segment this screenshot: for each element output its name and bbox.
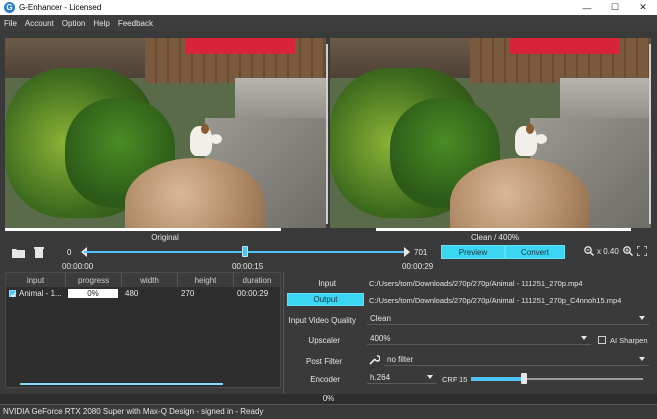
preview-scrollbar[interactable] (326, 44, 328, 224)
fullscreen-icon[interactable] (636, 246, 647, 256)
crf-value: 15 (459, 375, 468, 384)
time-current: 00:00:15 (232, 262, 264, 271)
col-height[interactable]: height (178, 273, 234, 287)
trash-icon[interactable] (32, 245, 46, 259)
folder-icon[interactable] (11, 245, 25, 259)
ai-sharpen-checkbox[interactable] (598, 336, 606, 344)
chevron-down-icon (581, 336, 587, 340)
table-row[interactable]: Animal - 1... 0% 480 270 00:00:29 (6, 287, 280, 299)
maximize-button[interactable]: ☐ (601, 0, 629, 15)
table-scrollbar[interactable] (20, 383, 223, 385)
title-bar: G G-Enhancer - Licensed — ☐ ✕ (0, 0, 657, 15)
chevron-down-icon (427, 375, 433, 379)
cell-progress: 0% (68, 288, 118, 298)
enhanced-preview (330, 38, 651, 228)
file-table: input progress width height duration Ani… (5, 272, 281, 388)
menu-help[interactable]: Help (93, 19, 109, 28)
col-progress[interactable]: progress (66, 273, 122, 287)
wrench-icon[interactable] (367, 353, 381, 367)
encoder-value: h.264 (370, 373, 391, 382)
cell-height: 270 (181, 288, 195, 298)
crf-label: CRF (442, 375, 458, 384)
end-frame: 701 (414, 248, 428, 257)
menu-account[interactable]: Account (25, 19, 54, 28)
ai-sharpen-label: AI Sharpen (610, 336, 648, 345)
cell-width: 480 (125, 288, 139, 298)
quality-value: Clean (370, 314, 391, 323)
menu-bar: File Account Option Help Feedback (0, 15, 657, 31)
input-path: C:/Users/tom/Downloads/270p/270p/Animal … (369, 279, 583, 288)
convert-button[interactable]: Convert (505, 245, 565, 259)
output-path: C:/Users/tom/Downloads/270p/270p/Animal … (369, 296, 622, 305)
cell-input: Animal - 1... (19, 288, 62, 298)
start-frame: 0 (67, 248, 72, 257)
output-button[interactable]: Output (287, 293, 364, 306)
quality-dropdown[interactable]: Clean (367, 313, 649, 325)
crf-slider-thumb[interactable] (521, 373, 527, 384)
zoom-control: x 0.40 (584, 246, 647, 256)
col-width[interactable]: width (122, 273, 178, 287)
app-logo-icon: G (4, 2, 15, 13)
menu-file[interactable]: File (4, 19, 17, 28)
chevron-down-icon (639, 357, 645, 361)
encoder-dropdown[interactable]: h.264 (367, 372, 437, 384)
encoder-label: Encoder (310, 375, 340, 384)
zoom-out-icon[interactable] (584, 246, 594, 256)
zoom-in-icon[interactable] (622, 246, 633, 256)
preview-scrollbar-right[interactable] (649, 44, 651, 224)
postfilter-label: Post Filter (305, 357, 342, 366)
close-button[interactable]: ✕ (629, 0, 657, 15)
zoom-level: x 0.40 (597, 246, 619, 256)
original-label: Original (151, 233, 179, 242)
time-end: 00:00:29 (402, 262, 434, 271)
col-input[interactable]: input (6, 273, 66, 287)
enhanced-label-bar (376, 228, 631, 231)
timeline-thumb[interactable] (242, 246, 248, 257)
table-header: input progress width height duration (6, 273, 280, 287)
original-label-bar (5, 228, 281, 231)
row-checkbox[interactable] (9, 289, 17, 297)
status-bar: NVIDIA GeForce RTX 2080 Super with Max-Q… (0, 404, 657, 419)
status-text: NVIDIA GeForce RTX 2080 Super with Max-Q… (3, 407, 264, 416)
window-controls: — ☐ ✕ (573, 0, 657, 15)
upscaler-dropdown[interactable]: 400% (367, 333, 591, 345)
menu-feedback[interactable]: Feedback (118, 19, 153, 28)
upscaler-label: Upscaler (308, 336, 340, 345)
cell-duration: 00:00:29 (237, 288, 269, 298)
overall-progress-text: 0% (322, 394, 335, 403)
quality-label: Input Video Quality (288, 316, 356, 325)
trim-end-handle[interactable] (404, 247, 410, 257)
chevron-down-icon (639, 316, 645, 320)
postfilter-value: no filter (387, 355, 414, 364)
preview-button[interactable]: Preview (441, 245, 505, 259)
original-preview (5, 38, 326, 228)
menu-option[interactable]: Option (62, 19, 86, 28)
upscaler-value: 400% (370, 334, 391, 343)
time-start: 00:00:00 (62, 262, 94, 271)
window-title: G-Enhancer - Licensed (19, 3, 102, 12)
postfilter-dropdown[interactable]: no filter (384, 354, 649, 366)
crf-slider-fill (471, 377, 524, 381)
enhanced-label: Clean / 400% (470, 233, 520, 242)
minimize-button[interactable]: — (573, 0, 601, 15)
input-label: Input (318, 279, 336, 288)
